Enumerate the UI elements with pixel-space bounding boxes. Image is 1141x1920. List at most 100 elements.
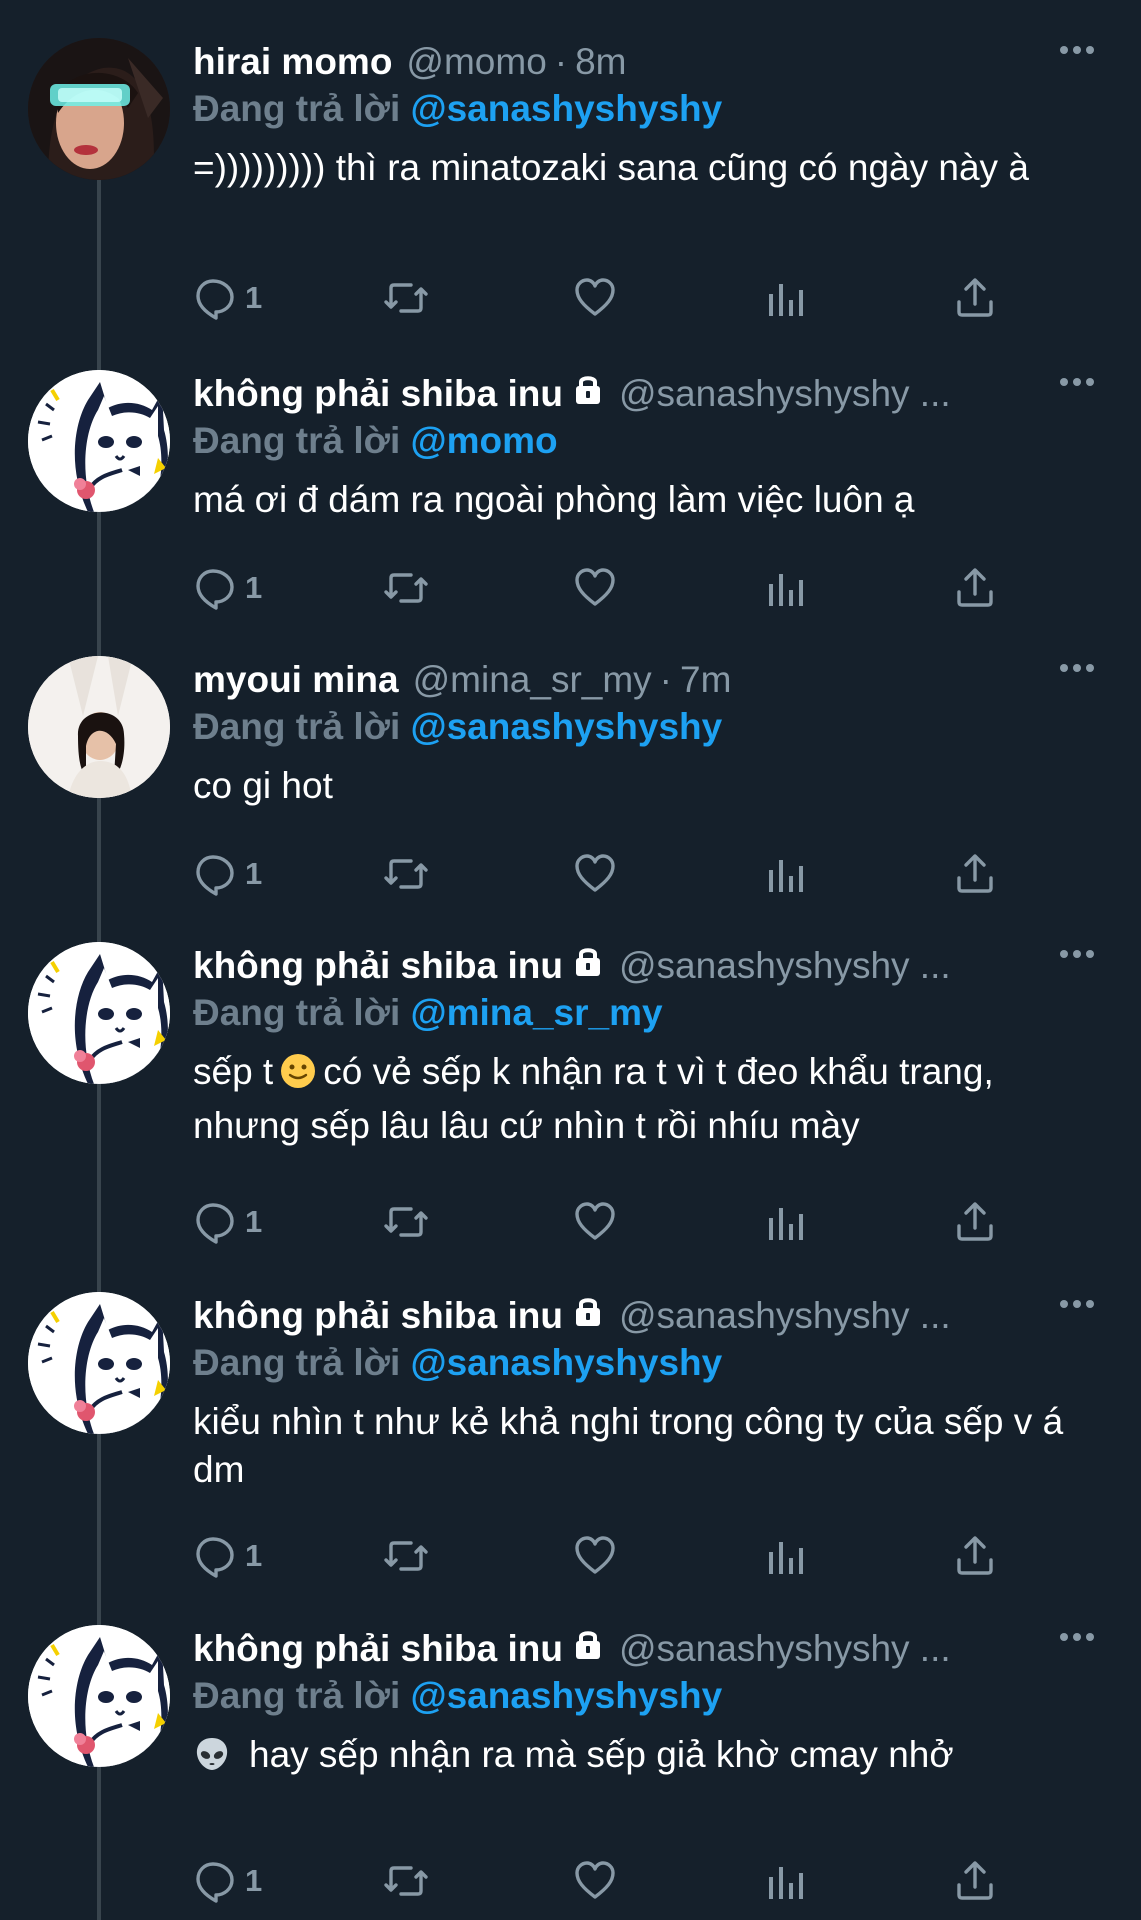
- more-options-button[interactable]: [1053, 934, 1101, 974]
- like-heart-icon: [575, 1202, 615, 1240]
- avatar[interactable]: [28, 1292, 170, 1434]
- share-icon: [957, 568, 993, 607]
- like-button[interactable]: [573, 850, 617, 898]
- retweet-button[interactable]: [383, 1857, 429, 1905]
- like-button[interactable]: [573, 274, 617, 322]
- like-button[interactable]: [573, 564, 617, 612]
- reply-button[interactable]: 1: [193, 564, 262, 612]
- share-button[interactable]: [953, 1198, 997, 1246]
- analytics-button[interactable]: [765, 274, 805, 322]
- replying-to-label: Đang trả lời: [193, 420, 401, 461]
- retweet-icon: [384, 1207, 428, 1237]
- tweet-text: co gi hot: [193, 765, 333, 806]
- analytics-button[interactable]: [765, 850, 805, 898]
- retweet-button[interactable]: [383, 564, 429, 612]
- display-name[interactable]: không phải shiba inu: [193, 1625, 563, 1673]
- more-options-button[interactable]: [1053, 1284, 1101, 1324]
- reply-mention-link[interactable]: @sanashyshyshy: [411, 88, 723, 129]
- tweet-text-part: sếp t: [193, 1051, 274, 1092]
- like-heart-icon: [575, 568, 615, 606]
- more-icon: [1060, 378, 1094, 386]
- username[interactable]: @momo: [406, 38, 546, 86]
- more-options-button[interactable]: [1053, 362, 1101, 402]
- share-button[interactable]: [953, 564, 997, 612]
- like-heart-icon: [575, 1861, 615, 1899]
- share-icon: [957, 854, 993, 893]
- more-options-button[interactable]: [1053, 1617, 1101, 1657]
- analytics-button[interactable]: [765, 1198, 805, 1246]
- like-button[interactable]: [573, 1198, 617, 1246]
- display-name[interactable]: myoui mina: [193, 656, 399, 704]
- username[interactable]: @mina_sr_my: [413, 656, 652, 704]
- analytics-icon: [769, 284, 803, 316]
- share-button[interactable]: [953, 274, 997, 322]
- analytics-button[interactable]: [765, 564, 805, 612]
- alien-emoji-icon: [193, 1735, 231, 1785]
- like-button[interactable]: [573, 1857, 617, 1905]
- display-name[interactable]: không phải shiba inu: [193, 370, 563, 418]
- more-options-button[interactable]: [1053, 30, 1101, 70]
- protected-lock-icon: [571, 370, 605, 418]
- reply-count: 1: [245, 570, 263, 605]
- analytics-button[interactable]: [765, 1857, 805, 1905]
- share-button[interactable]: [953, 850, 997, 898]
- replying-to: Đang trả lời @sanashyshyshy: [193, 1673, 1101, 1719]
- display-name[interactable]: hirai momo: [193, 38, 392, 86]
- username[interactable]: @sanashyshyshy ...: [619, 942, 951, 990]
- tweet-header: hirai momo @momo · 8m: [193, 38, 1101, 86]
- reply-mention-link[interactable]: @mina_sr_my: [411, 992, 663, 1033]
- protected-lock-icon: [571, 1292, 605, 1340]
- avatar[interactable]: [28, 656, 170, 798]
- retweet-button[interactable]: [383, 274, 429, 322]
- reply-mention-link[interactable]: @momo: [411, 420, 558, 461]
- like-button[interactable]: [573, 1532, 617, 1580]
- reply-mention-link[interactable]: @sanashyshyshy: [411, 1342, 723, 1383]
- avatar[interactable]: [28, 370, 170, 512]
- timestamp[interactable]: 7m: [680, 656, 731, 704]
- retweet-icon: [384, 573, 428, 603]
- display-name[interactable]: không phải shiba inu: [193, 1292, 563, 1340]
- avatar[interactable]: [28, 1625, 170, 1767]
- reply-button[interactable]: 1: [193, 1532, 262, 1580]
- tweet-text-part: hay sếp nhận ra mà sếp giả khờ cmay nhở: [249, 1734, 954, 1775]
- reply-count: 1: [245, 1863, 263, 1898]
- reply-button[interactable]: 1: [193, 274, 262, 322]
- retweet-button[interactable]: [383, 850, 429, 898]
- display-name[interactable]: không phải shiba inu: [193, 942, 563, 990]
- reply-count: 1: [245, 856, 263, 891]
- reply-icon: [196, 855, 234, 896]
- username[interactable]: @sanashyshyshy ...: [619, 1292, 951, 1340]
- reply-count: 1: [245, 1204, 263, 1239]
- analytics-icon: [769, 1208, 803, 1240]
- analytics-button[interactable]: [765, 1532, 805, 1580]
- retweet-icon: [384, 859, 428, 889]
- tweet-actions: 1: [193, 1532, 1013, 1580]
- avatar[interactable]: [28, 942, 170, 1084]
- avatar[interactable]: [28, 38, 170, 180]
- more-options-button[interactable]: [1053, 648, 1101, 688]
- username[interactable]: @sanashyshyshy ...: [619, 1625, 951, 1673]
- reply-icon: [196, 1862, 234, 1903]
- replying-to: Đang trả lời @sanashyshyshy: [193, 704, 1101, 750]
- reply-button[interactable]: 1: [193, 1857, 262, 1905]
- retweet-button[interactable]: [383, 1198, 429, 1246]
- reply-mention-link[interactable]: @sanashyshyshy: [411, 1675, 723, 1716]
- timestamp[interactable]: 8m: [575, 38, 626, 86]
- share-button[interactable]: [953, 1532, 997, 1580]
- reply-button[interactable]: 1: [193, 1198, 262, 1246]
- replying-to-label: Đang trả lời: [193, 992, 401, 1033]
- username[interactable]: @sanashyshyshy ...: [619, 370, 951, 418]
- replying-to: Đang trả lời @sanashyshyshy: [193, 1340, 1101, 1386]
- tweet-text: =))))))))) thì ra minatozaki sana cũng c…: [193, 147, 1029, 188]
- retweet-icon: [384, 1866, 428, 1896]
- replying-to-label: Đang trả lời: [193, 1342, 401, 1383]
- reply-button[interactable]: 1: [193, 850, 262, 898]
- like-heart-icon: [575, 278, 615, 316]
- tweet-text: má ơi đ dám ra ngoài phòng làm việc luôn…: [193, 479, 915, 520]
- share-button[interactable]: [953, 1857, 997, 1905]
- retweet-button[interactable]: [383, 1532, 429, 1580]
- more-icon: [1060, 1633, 1094, 1641]
- reply-icon: [196, 569, 234, 610]
- replying-to-label: Đang trả lời: [193, 706, 401, 747]
- reply-mention-link[interactable]: @sanashyshyshy: [411, 706, 723, 747]
